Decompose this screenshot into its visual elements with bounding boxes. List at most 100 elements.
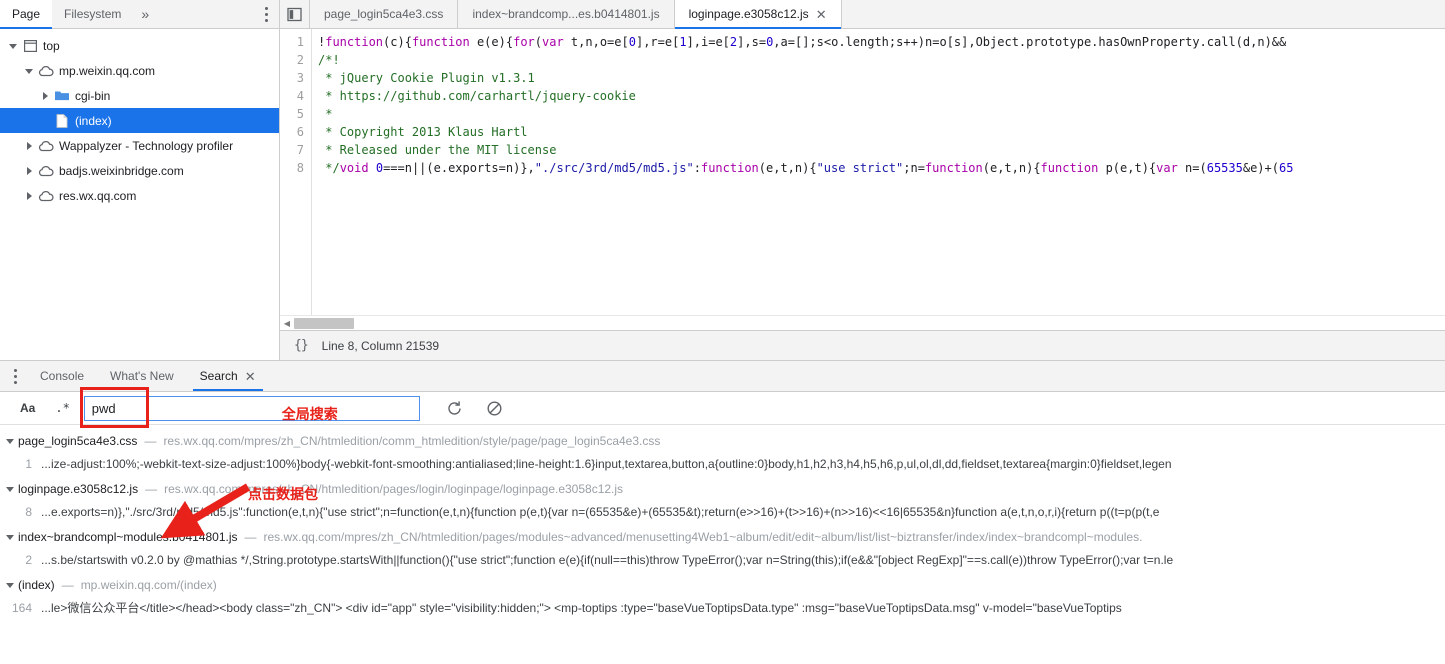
code-token: function	[1040, 161, 1099, 175]
chevron-down-icon[interactable]	[22, 67, 36, 75]
code-token: ;n=	[903, 161, 925, 175]
code-token: var	[1156, 161, 1178, 175]
code-line: /*!	[318, 51, 1445, 69]
sidebar-more-options-button[interactable]	[254, 0, 279, 28]
code-editor[interactable]: 1 2 3 4 5 6 7 8 !function(c){function e(…	[280, 29, 1445, 315]
tree-item-top[interactable]: top	[0, 33, 279, 58]
code-token: function	[700, 161, 759, 175]
drawer-tab-console[interactable]: Console	[27, 361, 97, 391]
tree-item-mp-weixin[interactable]: mp.weixin.qq.com	[0, 58, 279, 83]
devtools-window: Page Filesystem » top mp.weixin.qq.com c…	[0, 0, 1445, 664]
pretty-print-icon[interactable]: {}	[294, 338, 309, 353]
chevron-down-icon[interactable]	[6, 437, 18, 445]
chevron-down-icon[interactable]	[6, 485, 18, 493]
code-token: ,a=[];s<o.length;s++)n=o[s],Object.proto…	[773, 35, 1287, 49]
line-number: 5	[296, 107, 304, 121]
line-number: 4	[296, 89, 304, 103]
editor-tabbar: page_login5ca4e3.css index~brandcomp...e…	[280, 0, 1445, 29]
close-icon[interactable]: ✕	[816, 8, 827, 21]
search-tool-icons	[446, 399, 504, 417]
editor-tab-page-login-css[interactable]: page_login5ca4e3.css	[310, 0, 459, 28]
chevron-right-icon[interactable]	[38, 91, 52, 100]
tree-item-badjs[interactable]: badjs.weixinbridge.com	[0, 158, 279, 183]
code-line: * https://github.com/carhartl/jquery-coo…	[318, 87, 1445, 105]
line-number: 3	[296, 71, 304, 85]
cursor-position-label: Line 8, Column 21539	[321, 338, 440, 353]
chevron-down-icon[interactable]	[6, 42, 20, 50]
editor-tab-loginpage-js[interactable]: loginpage.e3058c12.js ✕	[674, 0, 842, 29]
code-line: !function(c){function e(e){for(var t,n,o…	[318, 33, 1445, 51]
tree-item-res-wx[interactable]: res.wx.qq.com	[0, 183, 279, 208]
code-token: /*!	[318, 53, 340, 67]
search-result-url: mp.weixin.qq.com/(index)	[80, 578, 217, 592]
chevron-down-icon[interactable]	[6, 533, 18, 541]
code-token: e(e){	[469, 35, 514, 49]
search-result-match[interactable]: 1 ...ize-adjust:100%;-webkit-text-size-ad…	[0, 452, 1445, 476]
search-result-header[interactable]: loginpage.e3058c12.js — res.wx.qq.com/mpre…	[0, 478, 1445, 500]
code-token: function	[325, 35, 384, 49]
tree-item-wappalyzer[interactable]: Wappalyzer - Technology profiler	[0, 133, 279, 158]
cloud-icon	[36, 140, 56, 152]
editor-tab-label: page_login5ca4e3.css	[324, 7, 444, 21]
editor-tab-label: index~brandcomp...es.b0414801.js	[472, 7, 660, 21]
use-regex-icon[interactable]: .*	[45, 401, 79, 415]
folder-icon	[52, 89, 72, 102]
search-result-line-number: 2	[25, 553, 32, 567]
chevron-down-icon[interactable]	[6, 581, 18, 589]
tree-item-cgi-bin[interactable]: cgi-bin	[0, 83, 279, 108]
sidebar-tab-filesystem[interactable]: Filesystem	[52, 0, 133, 28]
close-icon[interactable]: ✕	[245, 370, 256, 383]
code-token: * Released under the MIT license	[318, 143, 557, 157]
match-case-icon[interactable]: Aa	[10, 401, 45, 415]
editor-tab-index-brandcomp-js[interactable]: index~brandcomp...es.b0414801.js	[458, 0, 675, 28]
cloud-icon	[36, 65, 56, 77]
tree-item-index[interactable]: (index)	[0, 108, 279, 133]
drawer-tab-whats-new[interactable]: What's New	[97, 361, 187, 391]
search-result-snippet: ...le>微信公众平台</title></head><body class="…	[41, 601, 1122, 615]
scroll-left-icon[interactable]: ◀	[280, 319, 294, 328]
show-navigator-icon[interactable]	[280, 0, 310, 28]
code-token: 0	[375, 161, 384, 175]
sidebar-tab-page[interactable]: Page	[0, 0, 53, 29]
editor-horizontal-scrollbar[interactable]: ◀	[280, 315, 1445, 330]
search-result-match[interactable]: 2 ...s.be/startswith v0.2.0 by @mathias *…	[0, 548, 1445, 572]
code-token: for	[513, 35, 535, 49]
code-token: (c){	[383, 35, 412, 49]
code-token: 65535	[1206, 161, 1243, 175]
drawer-more-tools-button[interactable]	[0, 361, 27, 391]
chevron-right-icon[interactable]	[22, 141, 36, 150]
tree-item-label: badjs.weixinbridge.com	[59, 163, 184, 178]
line-number: 8	[296, 161, 304, 175]
code-token: ],i=e[	[686, 35, 730, 49]
search-result-header[interactable]: (index) — mp.weixin.qq.com/(index)	[0, 574, 1445, 596]
more-options-icon	[265, 6, 268, 22]
code-token: 1	[679, 35, 687, 49]
search-input[interactable]	[83, 395, 420, 421]
code-token: (e,t,n){	[982, 161, 1041, 175]
more-tools-icon	[14, 368, 17, 384]
drawer-tab-search[interactable]: Search ✕	[187, 361, 269, 391]
code-content[interactable]: !function(c){function e(e){for(var t,n,o…	[312, 29, 1445, 315]
refresh-icon[interactable]	[446, 399, 464, 417]
chevron-right-icon[interactable]	[22, 166, 36, 175]
sidebar-tab-page-label: Page	[12, 7, 41, 21]
search-result-separator: —	[144, 434, 157, 448]
search-result-separator: —	[244, 530, 257, 544]
code-token: function	[924, 161, 983, 175]
code-token: :	[693, 161, 701, 175]
scrollbar-thumb[interactable]	[294, 317, 354, 329]
search-result-header[interactable]: page_login5ca4e3.css — res.wx.qq.com/mpres…	[0, 430, 1445, 452]
search-result-filename: loginpage.e3058c12.js	[18, 482, 139, 496]
code-token: * jQuery Cookie Plugin v1.3.1	[318, 71, 535, 85]
drawer-panel: Console What's New Search ✕ Aa .* 全局搜索	[0, 360, 1445, 664]
chevron-right-icon[interactable]	[22, 191, 36, 200]
code-line: */void 0===n||(e.exports=n)},"./src/3rd/…	[318, 159, 1445, 177]
chevrons-right-icon[interactable]: »	[133, 0, 157, 28]
search-result-match[interactable]: 164 ...le>微信公众平台</title></head><body clas…	[0, 596, 1445, 620]
search-result-header[interactable]: index~brandcompl~modules.b0414801.js — res…	[0, 526, 1445, 548]
clear-icon[interactable]	[486, 399, 504, 417]
editor-pane: page_login5ca4e3.css index~brandcomp...e…	[280, 0, 1445, 360]
search-result-match[interactable]: 8 ...e.exports=n)},"./src/3rd/md5/md5.js"…	[0, 500, 1445, 524]
search-result-url: res.wx.qq.com/mpres/zh_CN/htmledition/pa…	[263, 530, 1143, 544]
search-result-line-number: 8	[25, 505, 32, 519]
